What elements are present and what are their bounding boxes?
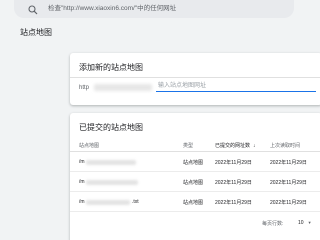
search-icon <box>28 2 38 15</box>
submitted-sitemaps-title: 已提交的站点地图 <box>79 123 143 132</box>
sitemap-url-input[interactable] <box>156 81 316 92</box>
url-prefix: http <box>79 85 90 91</box>
redacted-domain <box>94 84 152 91</box>
rows-per-page-value: 10 <box>298 220 304 226</box>
table-row[interactable]: /m 站点地图 2022年11月29日 2022年11月29日 <box>70 172 320 192</box>
divider <box>70 77 320 78</box>
sitemap-submitted: 2022年11月29日 <box>215 200 252 206</box>
sitemap-last-read: 2022年11月29日 <box>270 200 307 206</box>
column-header-submitted[interactable]: 已提交的网址数 ↓ <box>215 142 256 149</box>
caret-down-icon: ▼ <box>307 220 312 225</box>
redacted-path <box>86 179 138 185</box>
search-input[interactable]: 检查"http://www.xiaoxin6.com/"中的任何网址 <box>48 2 176 12</box>
sitemap-type: 站点地图 <box>183 180 204 186</box>
column-header-submitted-label: 已提交的网址数 <box>215 143 251 149</box>
table-row[interactable]: /m 站点地图 2022年11月29日 2022年11月29日 <box>70 152 320 172</box>
row-divider <box>70 211 320 212</box>
submitted-sitemaps-card: 已提交的站点地图 站点地图 类型 已提交的网址数 ↓ 上次读取时间 /m 站点地图… <box>70 113 320 240</box>
rows-per-page-select[interactable]: 10 ▼ <box>298 220 312 226</box>
table-row[interactable]: /m .txt 站点地图 2022年11月29日 2022年11月29日 <box>70 192 320 212</box>
sitemap-path-suffix: .txt <box>132 199 139 205</box>
sitemap-last-read: 2022年11月29日 <box>270 180 307 186</box>
sitemap-last-read: 2022年11月29日 <box>270 160 307 166</box>
search-bar[interactable]: 检查"http://www.xiaoxin6.com/"中的任何网址 <box>14 0 294 18</box>
sitemap-path-prefix: /m <box>79 199 85 205</box>
column-header-sitemap[interactable]: 站点地图 <box>79 142 99 149</box>
page-title: 站点地图 <box>20 28 52 37</box>
column-header-type[interactable]: 类型 <box>183 142 193 149</box>
redacted-path <box>86 199 130 205</box>
sort-down-icon: ↓ <box>253 143 256 149</box>
redacted-path <box>86 159 136 165</box>
add-sitemap-card: 添加新的站点地图 http <box>70 53 320 105</box>
sitemap-submitted: 2022年11月29日 <box>215 180 252 186</box>
sitemap-path-prefix: /m <box>79 179 85 185</box>
rows-per-page-label: 每页行数: <box>262 221 284 227</box>
sitemap-path-prefix: /m <box>79 159 85 165</box>
column-header-last-read[interactable]: 上次读取时间 <box>270 142 300 149</box>
sitemap-type: 站点地图 <box>183 200 204 206</box>
sitemap-submitted: 2022年11月29日 <box>215 160 252 166</box>
add-sitemap-title: 添加新的站点地图 <box>79 63 143 72</box>
sitemap-type: 站点地图 <box>183 160 204 166</box>
